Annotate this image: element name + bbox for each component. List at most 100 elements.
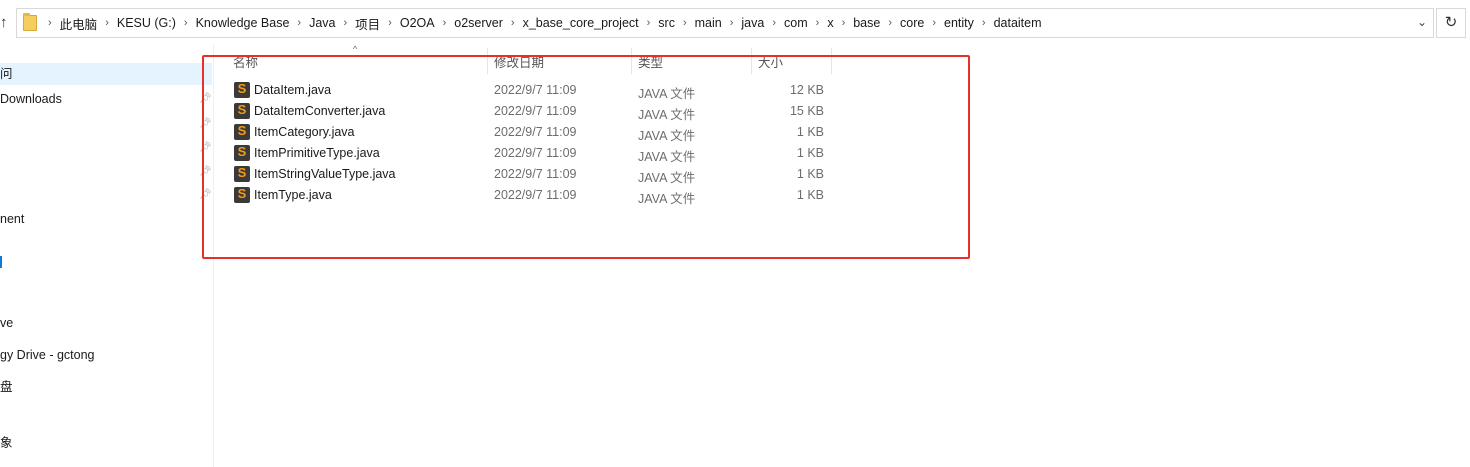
file-date: 2022/9/7 11:09 — [494, 167, 577, 181]
file-date: 2022/9/7 11:09 — [494, 83, 577, 97]
file-name: DataItemConverter.java — [254, 104, 386, 118]
nav-item-label: 象 — [0, 436, 13, 450]
breadcrumb-item[interactable]: src — [653, 16, 680, 30]
breadcrumb-separator-icon[interactable]: › — [385, 17, 395, 29]
file-row[interactable]: ItemType.java 2022/9/7 11:09 JAVA 文件 1 KB — [230, 185, 830, 206]
column-divider[interactable] — [751, 48, 752, 74]
file-type: JAVA 文件 — [638, 171, 696, 185]
file-size: 1 KB — [796, 125, 824, 139]
breadcrumb-item[interactable]: o2server — [449, 16, 508, 30]
sublime-text-file-icon — [234, 144, 250, 161]
nav-item-downloads[interactable]: Downloads — [0, 88, 62, 110]
breadcrumb-separator-icon[interactable]: › — [294, 17, 304, 29]
sublime-text-file-icon — [234, 165, 250, 182]
pin-icon[interactable]: 📌︎ — [199, 166, 212, 178]
address-bar[interactable]: › 此电脑 › KESU (G:) › Knowledge Base › Java › 项目 › O2… — [16, 8, 1434, 38]
breadcrumb-item[interactable]: x — [822, 16, 838, 30]
sublime-text-file-icon — [234, 81, 250, 98]
breadcrumb-separator-icon[interactable]: › — [644, 17, 654, 29]
breadcrumb-item[interactable]: base — [848, 16, 885, 30]
sublime-text-file-icon — [234, 102, 250, 119]
nav-item-label: nent — [0, 212, 25, 226]
file-name: ItemPrimitiveType.java — [254, 146, 380, 160]
file-name: ItemCategory.java — [254, 125, 355, 139]
file-type: JAVA 文件 — [638, 87, 696, 101]
breadcrumb-separator-icon[interactable]: › — [102, 17, 112, 29]
pin-icon[interactable]: 📌︎ — [199, 118, 212, 130]
file-type: JAVA 文件 — [638, 192, 696, 206]
breadcrumb-separator-icon[interactable]: › — [508, 17, 518, 29]
breadcrumb-item[interactable]: 此电脑 — [55, 14, 103, 33]
file-type: JAVA 文件 — [638, 108, 696, 122]
file-size: 1 KB — [796, 146, 824, 160]
refresh-icon[interactable]: ↻ — [1436, 8, 1466, 38]
file-type: JAVA 文件 — [638, 150, 696, 164]
breadcrumb-item[interactable]: main — [690, 16, 727, 30]
file-name: DataItem.java — [254, 83, 332, 97]
nav-item-drive[interactable]: gy Drive - gctong — [0, 344, 94, 366]
breadcrumb-separator-icon[interactable]: › — [929, 17, 939, 29]
nav-item-label: ve — [0, 316, 14, 330]
pin-icon[interactable]: 📌︎ — [199, 189, 212, 201]
breadcrumb-separator-icon[interactable]: › — [769, 17, 779, 29]
column-header-size[interactable]: 大小 — [758, 52, 783, 71]
file-row[interactable]: ItemPrimitiveType.java 2022/9/7 11:09 JAVA… — [230, 143, 830, 164]
breadcrumb-item[interactable]: KESU (G:) — [112, 16, 181, 30]
file-row[interactable]: DataItemConverter.java 2022/9/7 11:09 JAVA… — [230, 101, 830, 122]
breadcrumb-item[interactable]: java — [736, 16, 769, 30]
breadcrumb-separator-icon[interactable]: › — [979, 17, 989, 29]
sublime-text-file-icon — [234, 186, 250, 203]
breadcrumb-separator-icon[interactable]: › — [45, 17, 55, 29]
breadcrumb-separator-icon[interactable]: › — [340, 17, 350, 29]
breadcrumb-item[interactable]: 项目 — [350, 14, 385, 33]
breadcrumb-item[interactable]: core — [895, 16, 929, 30]
breadcrumb-separator-icon[interactable]: › — [885, 17, 895, 29]
nav-item-label: Downloads — [0, 92, 62, 106]
nav-item[interactable]: 问 — [0, 63, 212, 85]
column-header-name[interactable]: 名称 — [233, 52, 258, 71]
chevron-down-icon[interactable]: ⌄ — [1417, 15, 1427, 29]
nav-item[interactable]: ve — [0, 312, 13, 334]
file-date: 2022/9/7 11:09 — [494, 146, 577, 160]
folder-icon — [23, 13, 37, 31]
nav-item[interactable]: nent — [0, 208, 24, 230]
pin-icon[interactable]: 📌︎ — [199, 93, 212, 105]
breadcrumb-separator-icon[interactable]: › — [181, 17, 191, 29]
sublime-text-file-icon — [234, 123, 250, 140]
file-size: 12 KB — [789, 83, 824, 97]
breadcrumb-item[interactable]: dataitem — [989, 16, 1047, 30]
column-divider[interactable] — [831, 48, 832, 74]
pin-icon[interactable]: 📌︎ — [199, 142, 212, 154]
breadcrumb-item[interactable]: x_base_core_project — [518, 16, 644, 30]
breadcrumb-separator-icon[interactable]: › — [839, 17, 849, 29]
file-row[interactable]: ItemCategory.java 2022/9/7 11:09 JAVA 文件 1 … — [230, 122, 830, 143]
file-row[interactable]: DataItem.java 2022/9/7 11:09 JAVA 文件 12 KB — [230, 80, 830, 101]
column-divider[interactable] — [631, 48, 632, 74]
nav-item-marker — [0, 256, 4, 268]
sort-ascending-icon: ^ — [353, 44, 358, 54]
breadcrumb-separator-icon[interactable]: › — [440, 17, 450, 29]
breadcrumb-separator-icon[interactable]: › — [727, 17, 737, 29]
navigation-pane: 问 Downloads nent ve gy Drive - gctong 盘 … — [0, 44, 214, 467]
breadcrumb-separator-icon[interactable]: › — [813, 17, 823, 29]
column-divider[interactable] — [487, 48, 488, 74]
file-size: 1 KB — [796, 167, 824, 181]
file-name: ItemType.java — [254, 188, 332, 202]
arrow-up-icon[interactable]: ↑ — [0, 12, 14, 34]
file-row[interactable]: ItemStringValueType.java 2022/9/7 11:09 JA… — [230, 164, 830, 185]
nav-item[interactable]: 象 — [0, 432, 13, 454]
file-type: JAVA 文件 — [638, 129, 696, 143]
file-size: 15 KB — [789, 104, 824, 118]
nav-item-label: 问 — [0, 67, 13, 81]
breadcrumb-item[interactable]: O2OA — [395, 16, 440, 30]
breadcrumb-item[interactable]: com — [779, 16, 813, 30]
breadcrumb: › 此电脑 › KESU (G:) › Knowledge Base › Java › 项目 › O2… — [45, 9, 1047, 37]
nav-item[interactable]: 盘 — [0, 376, 13, 398]
breadcrumb-item[interactable]: entity — [939, 16, 979, 30]
breadcrumb-item[interactable]: Knowledge Base — [191, 16, 295, 30]
breadcrumb-item[interactable]: Java — [304, 16, 340, 30]
column-header-type[interactable]: 类型 — [638, 52, 663, 71]
file-date: 2022/9/7 11:09 — [494, 188, 577, 202]
column-header-date[interactable]: 修改日期 — [494, 52, 544, 71]
breadcrumb-separator-icon[interactable]: › — [680, 17, 690, 29]
